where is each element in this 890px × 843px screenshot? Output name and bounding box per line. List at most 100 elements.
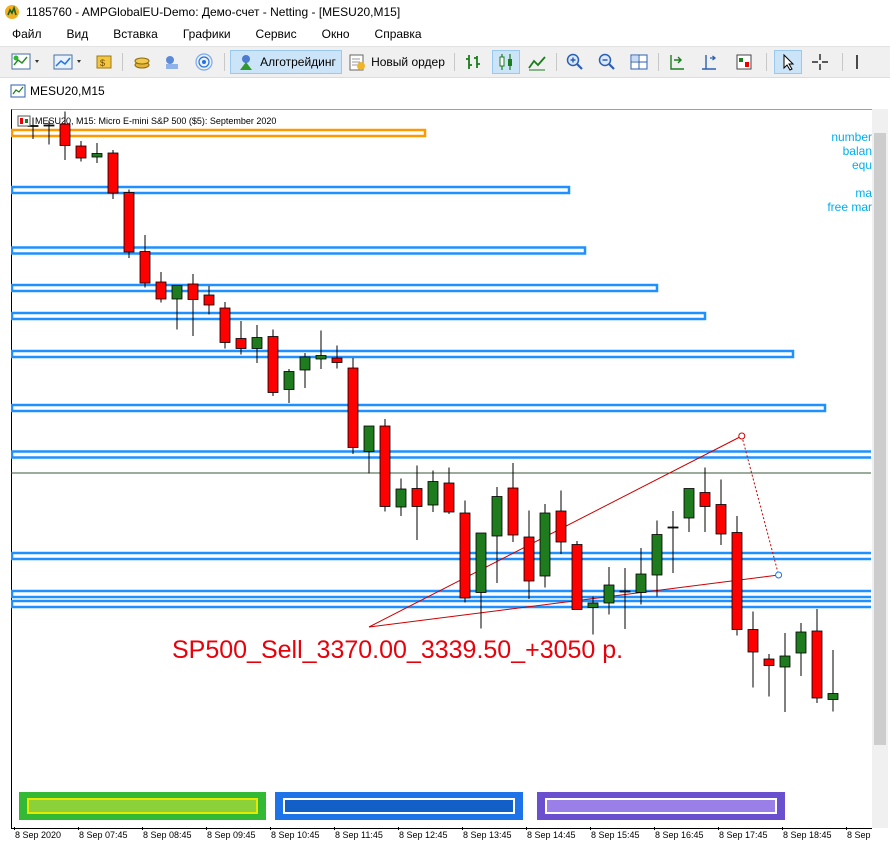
candle-body	[411, 488, 423, 507]
signals-button[interactable]	[192, 50, 216, 74]
candle-body	[555, 510, 567, 543]
candle-body	[683, 488, 695, 519]
level-box	[11, 128, 427, 138]
candle-body	[395, 488, 407, 508]
scrollbar-thumb[interactable]	[874, 133, 886, 745]
cursor-button[interactable]	[774, 50, 802, 74]
candle-body	[827, 693, 839, 700]
green-panel-button[interactable]	[19, 792, 266, 820]
templates-icon	[736, 54, 752, 70]
candlestick-button[interactable]	[492, 50, 520, 74]
line-chart-button[interactable]	[524, 50, 550, 74]
candle-body	[75, 145, 87, 159]
exit-marker	[775, 571, 783, 579]
algotrading-icon	[240, 55, 253, 70]
candle-body	[187, 283, 199, 300]
templates-button[interactable]	[730, 50, 758, 74]
new-chart-button[interactable]	[8, 50, 44, 74]
candle-body	[91, 153, 103, 158]
autoscroll-button[interactable]	[696, 50, 722, 74]
signal-icon	[195, 53, 213, 71]
zoom-out-button[interactable]	[594, 50, 620, 74]
algotrading-button[interactable]: Алготрейдинг	[230, 50, 342, 74]
navigator-button[interactable]	[160, 50, 184, 74]
chart-shift-icon	[670, 55, 684, 70]
data-window-button[interactable]	[130, 50, 154, 74]
menu-charts[interactable]: Графики	[171, 27, 244, 41]
tile-windows-icon	[630, 54, 648, 70]
candle-body	[491, 496, 503, 537]
candle-body	[363, 425, 375, 452]
candle-body	[347, 367, 359, 448]
price-chart[interactable]	[11, 109, 871, 828]
trade-result-label: SP500_Sell_3370.00_3339.50_+3050 р.	[172, 636, 624, 664]
info-margin: ma	[855, 186, 872, 200]
menu-help[interactable]: Справка	[363, 27, 435, 41]
chart-symbol-line: MESU20, M15: Micro E-mini S&P 500 ($5): …	[35, 116, 277, 126]
autoscroll-icon	[702, 55, 717, 70]
time-label: 8 Sep 09:45	[206, 827, 256, 840]
candle-body	[523, 536, 535, 582]
chart-window-icon	[10, 84, 26, 98]
chart-shift-button[interactable]	[664, 50, 690, 74]
purple-panel-button[interactable]	[537, 792, 785, 820]
candle-body	[171, 285, 183, 300]
level-box	[11, 185, 571, 195]
market-watch-icon: $	[96, 55, 112, 69]
zoom-in-icon	[566, 53, 583, 70]
new-order-button[interactable]: Новый ордер	[344, 50, 448, 74]
candle-body	[811, 630, 823, 699]
purple-panel-inner	[545, 798, 777, 814]
profiles-icon	[53, 54, 81, 70]
candle-body	[251, 337, 263, 349]
level-box	[11, 403, 827, 413]
chart-tab-header[interactable]: MESU20,M15	[0, 79, 890, 103]
chart-tab-title: MESU20,M15	[30, 84, 105, 98]
menu-tools[interactable]: Сервис	[244, 27, 310, 41]
candle-body	[635, 573, 647, 593]
menu-bar: Файл Вид Вставка Графики Сервис Окно Спр…	[0, 24, 890, 44]
candle-body	[443, 482, 455, 513]
info-balance: balan	[842, 144, 872, 158]
vertical-scrollbar[interactable]	[872, 109, 888, 828]
menu-view[interactable]: Вид	[55, 27, 102, 41]
candle-body	[475, 532, 487, 593]
cursor-icon	[783, 53, 795, 71]
crosshair-button[interactable]	[806, 50, 834, 74]
candle-body	[763, 658, 775, 666]
level-box	[11, 283, 659, 293]
level-box	[11, 349, 795, 359]
menu-file[interactable]: Файл	[0, 27, 55, 41]
tile-windows-button[interactable]	[626, 50, 652, 74]
entry-trendline	[368, 435, 743, 628]
market-watch-button[interactable]: $	[92, 50, 116, 74]
candle-body	[283, 371, 295, 390]
menu-insert[interactable]: Вставка	[101, 27, 171, 41]
vertical-line-button[interactable]	[850, 50, 864, 74]
candle-body	[571, 544, 583, 610]
candle-body	[795, 631, 807, 654]
candle-body	[667, 526, 679, 529]
blue-panel-button[interactable]	[275, 792, 523, 820]
info-free-margin: free mar	[827, 200, 872, 214]
candle-body	[379, 425, 391, 507]
candle-body	[123, 192, 135, 253]
time-label: 8 Sep 15:45	[590, 827, 640, 840]
candle-body	[219, 307, 231, 343]
candle-body	[427, 481, 439, 506]
time-label: 8 Sep 16:45	[654, 827, 704, 840]
navigator-icon	[166, 56, 178, 69]
time-label: 8 Sep 07:45	[78, 827, 128, 840]
window-title: 1185760 - AMPGlobalEU-Demo: Демо-счет - …	[26, 5, 401, 19]
time-label: 8 Sep 17:45	[718, 827, 768, 840]
zoom-out-icon	[598, 53, 615, 70]
profiles-button[interactable]	[50, 50, 86, 74]
bar-chart-button[interactable]	[460, 50, 486, 74]
menu-window[interactable]: Окно	[310, 27, 363, 41]
candle-body	[539, 512, 551, 577]
toolbar: $ Алготрейдинг Новый ордер	[0, 46, 890, 78]
candle-body	[235, 338, 247, 349]
time-axis: 8 Sep 2020 8 Sep 07:45 8 Sep 08:45 8 Sep 09…	[11, 827, 872, 843]
zoom-in-button[interactable]	[562, 50, 588, 74]
candle-body	[459, 512, 471, 599]
